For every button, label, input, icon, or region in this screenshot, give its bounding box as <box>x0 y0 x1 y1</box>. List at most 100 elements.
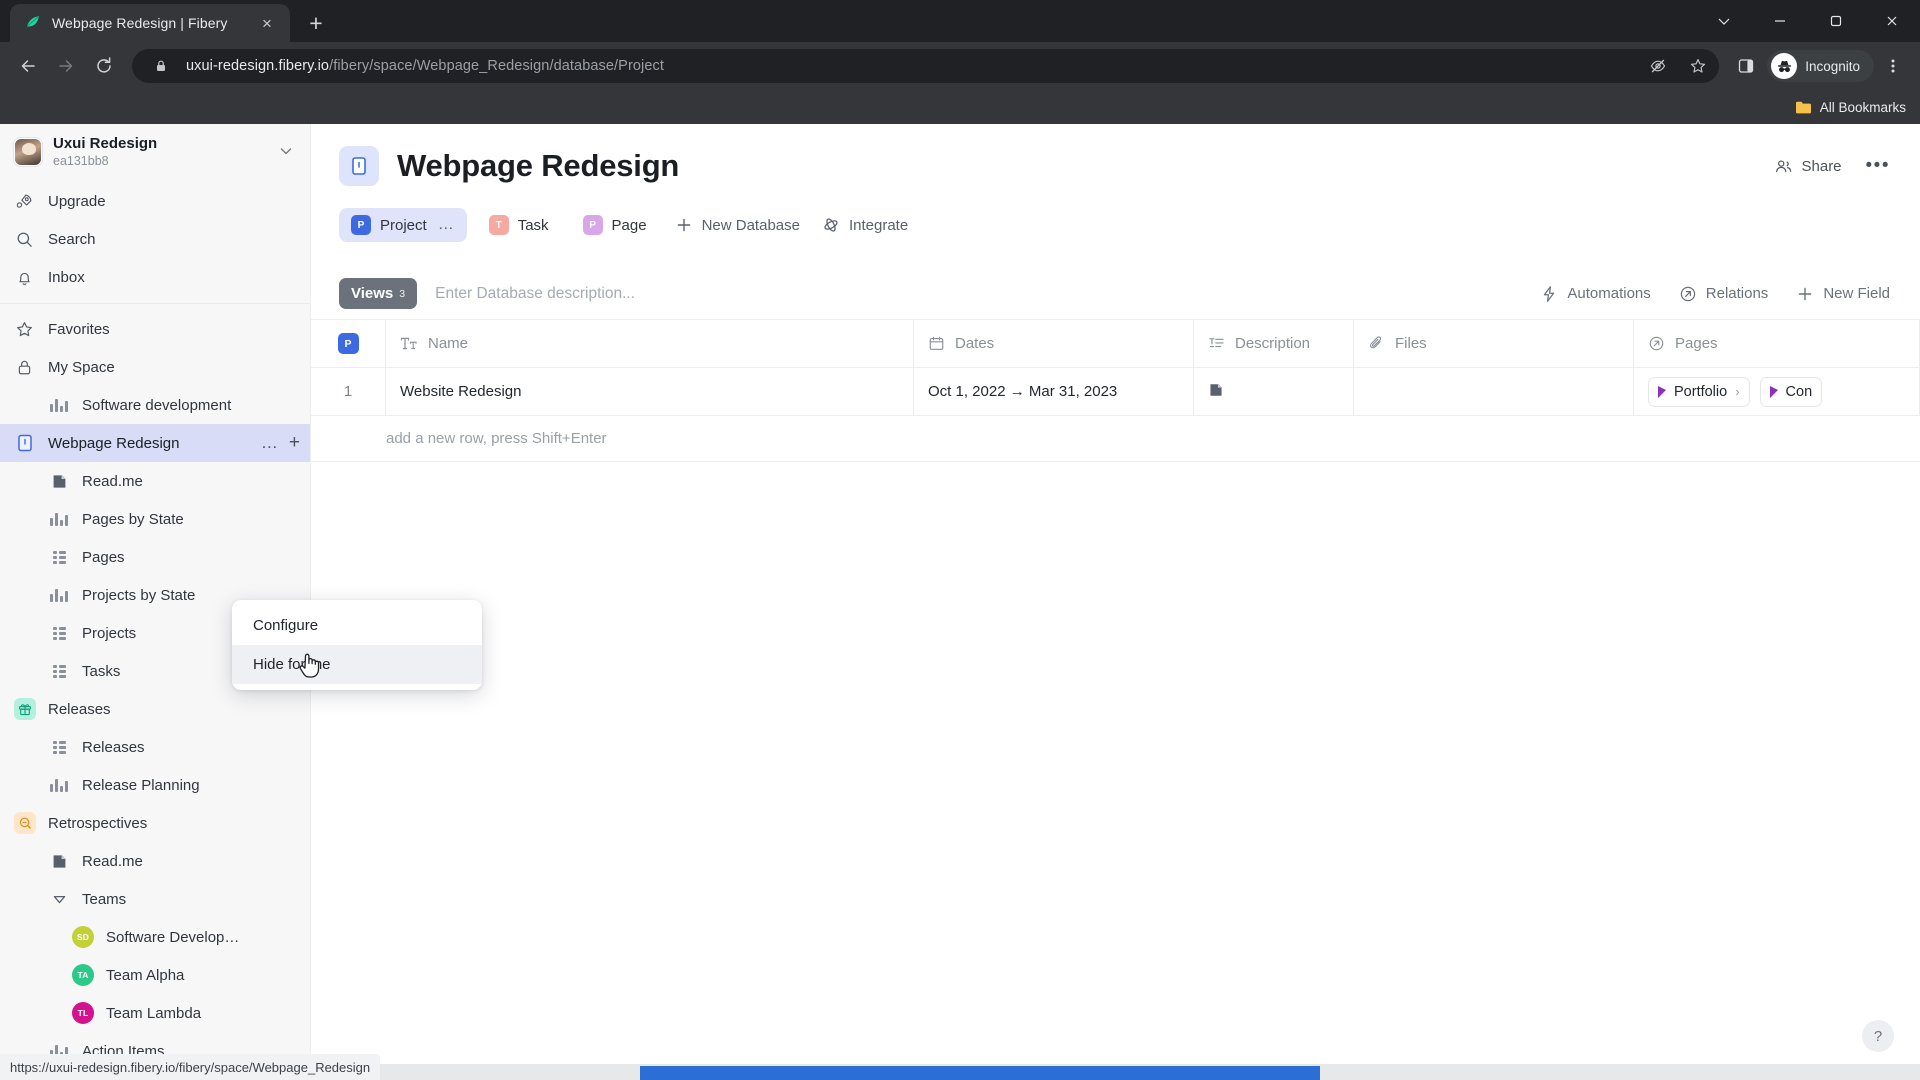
sidebar-item-retro-readme[interactable]: Read.me <box>0 842 310 880</box>
back-icon[interactable] <box>10 48 46 84</box>
cell-description[interactable] <box>1194 368 1354 415</box>
chevron-collapse-icon[interactable] <box>48 888 70 910</box>
sidebar-item-software-development[interactable]: Software development <box>0 386 310 424</box>
relations-label: Relations <box>1705 285 1769 302</box>
forward-icon[interactable] <box>48 48 84 84</box>
sidebar-item-releases-view[interactable]: Releases <box>0 728 310 766</box>
integrate-label: Integrate <box>848 216 909 234</box>
eye-off-icon[interactable] <box>1643 51 1673 81</box>
sidebar-item-pages-by-state[interactable]: Pages by State <box>0 500 310 538</box>
database-description-input[interactable]: Enter Database description... <box>435 285 635 303</box>
sidebar-item-search[interactable]: Search <box>0 220 310 258</box>
omnibox[interactable]: uxui-redesign.fibery.io/fibery/space/Web… <box>132 49 1720 83</box>
ellipsis-icon[interactable]: ••• <box>1866 157 1890 175</box>
tab-page[interactable]: P Page <box>571 208 659 242</box>
kebab-menu-icon[interactable] <box>1876 49 1910 83</box>
sidebar-item-label: Software Develop… <box>106 928 240 946</box>
column-label: Dates <box>955 335 995 352</box>
side-panel-icon[interactable] <box>1729 49 1763 83</box>
cell-dates[interactable]: Oct 1, 2022 → Mar 31, 2023 <box>914 368 1194 415</box>
context-menu-item-hide-for-me[interactable]: Hide for me <box>232 645 482 684</box>
column-header-name[interactable]: Name <box>386 320 914 367</box>
workspace-name: Uxui Redesign <box>53 135 158 153</box>
sidebar-item-label: Team Alpha <box>106 966 185 984</box>
tab-more-icon[interactable]: … <box>438 217 455 233</box>
search-icon <box>14 229 34 249</box>
reload-icon[interactable] <box>86 48 122 84</box>
browser-tab-title: Webpage Redesign | Fibery <box>52 15 228 31</box>
sidebar-item-label: Teams <box>82 890 127 908</box>
sidebar-item-my-space[interactable]: My Space <box>0 348 310 386</box>
star-icon[interactable] <box>1683 51 1713 81</box>
cell-files[interactable] <box>1354 368 1634 415</box>
sidebar-item-favorites[interactable]: Favorites <box>0 310 310 348</box>
grid-view-icon <box>48 546 70 568</box>
sidebar-item-label: Release Planning <box>82 776 200 794</box>
sidebar-item-teams[interactable]: Teams <box>0 880 310 918</box>
table-row[interactable]: 1 Website Redesign Oct 1, 2022 → Mar 31,… <box>311 368 1920 416</box>
close-window-icon[interactable] <box>1864 0 1920 42</box>
views-button[interactable]: Views 3 <box>339 278 418 309</box>
automations-button[interactable]: Automations <box>1540 285 1651 303</box>
share-button[interactable]: Share <box>1774 157 1842 176</box>
sidebar-item-more-icon[interactable]: … <box>261 434 279 450</box>
sidebar-item-inbox[interactable]: Inbox <box>0 258 310 296</box>
new-field-button[interactable]: New Field <box>1796 285 1890 303</box>
column-header-index[interactable]: P <box>311 320 386 367</box>
sidebar-item-readme[interactable]: Read.me <box>0 462 310 500</box>
sidebar-item-add-icon[interactable]: + <box>289 433 300 452</box>
sidebar-item-label: Retrospectives <box>48 814 148 832</box>
sidebar-item-team-software-development[interactable]: SD Software Develop… <box>0 918 310 956</box>
tab-task[interactable]: T Task <box>477 208 561 242</box>
column-header-dates[interactable]: Dates <box>914 320 1194 367</box>
all-bookmarks-button[interactable]: All Bookmarks <box>1795 100 1906 115</box>
sidebar-item-webpage-redesign[interactable]: Webpage Redesign … + <box>0 424 310 462</box>
sidebar-item-team-lambda[interactable]: TL Team Lambda <box>0 994 310 1032</box>
database-tabs: P Project … T Task P Page New Database I… <box>339 208 1890 242</box>
sidebar-item-label: Read.me <box>82 852 143 870</box>
help-button[interactable]: ? <box>1862 1020 1894 1052</box>
chart-view-icon <box>48 774 70 796</box>
chevron-down-icon[interactable] <box>278 143 294 162</box>
team-initials: SD <box>72 926 94 948</box>
new-tab-button[interactable]: + <box>298 5 334 41</box>
sidebar-item-label: Team Lambda <box>106 1004 202 1022</box>
context-menu-item-configure[interactable]: Configure <box>232 606 482 645</box>
add-row-hint[interactable]: add a new row, press Shift+Enter <box>311 416 1920 462</box>
workspace-switcher[interactable]: Uxui Redesign ea131bb8 <box>0 124 310 180</box>
column-label: Pages <box>1675 335 1718 352</box>
sidebar-item-pages[interactable]: Pages <box>0 538 310 576</box>
cell-pages[interactable]: Portfolio › Con <box>1634 368 1920 415</box>
sidebar-item-label: Inbox <box>48 268 85 286</box>
incognito-profile-button[interactable]: Incognito <box>1767 50 1874 82</box>
chevron-right-icon[interactable]: › <box>1735 384 1739 399</box>
star-icon <box>14 319 34 339</box>
column-header-files[interactable]: Files <box>1354 320 1634 367</box>
maximize-icon[interactable] <box>1808 0 1864 42</box>
browser-tab[interactable]: Webpage Redesign | Fibery × <box>10 4 290 42</box>
page-triangle-icon <box>1769 385 1778 398</box>
column-label: Files <box>1395 335 1427 352</box>
minimize-icon[interactable] <box>1752 0 1808 42</box>
tab-search-chevron-icon[interactable] <box>1696 0 1752 42</box>
column-header-pages[interactable]: Pages <box>1634 320 1920 367</box>
sidebar-item-label: Releases <box>82 738 145 756</box>
new-database-button[interactable]: New Database <box>669 216 806 234</box>
sidebar-item-team-alpha[interactable]: TA Team Alpha <box>0 956 310 994</box>
sidebar-item-release-planning[interactable]: Release Planning <box>0 766 310 804</box>
integrate-button[interactable]: Integrate <box>816 216 914 234</box>
sidebar-item-retrospectives-space[interactable]: Retrospectives <box>0 804 310 842</box>
page-chip[interactable]: Con <box>1759 376 1823 407</box>
link-status-bar: https://uxui-redesign.fibery.io/fibery/s… <box>0 1054 381 1080</box>
page-chip[interactable]: Portfolio › <box>1648 376 1750 407</box>
tab-close-icon[interactable]: × <box>254 10 280 36</box>
sidebar-item-upgrade[interactable]: Upgrade <box>0 182 310 220</box>
relations-button[interactable]: Relations <box>1679 285 1769 303</box>
column-header-description[interactable]: Description <box>1194 320 1354 367</box>
cell-name[interactable]: Website Redesign <box>386 368 914 415</box>
page-content: Uxui Redesign ea131bb8 Upgrade Search In… <box>0 124 1920 1080</box>
sidebar-item-label: Upgrade <box>48 192 106 210</box>
sidebar-item-label: Pages <box>82 548 125 566</box>
tab-project[interactable]: P Project … <box>339 208 467 242</box>
sidebar-item-releases-space[interactable]: Releases <box>0 690 310 728</box>
